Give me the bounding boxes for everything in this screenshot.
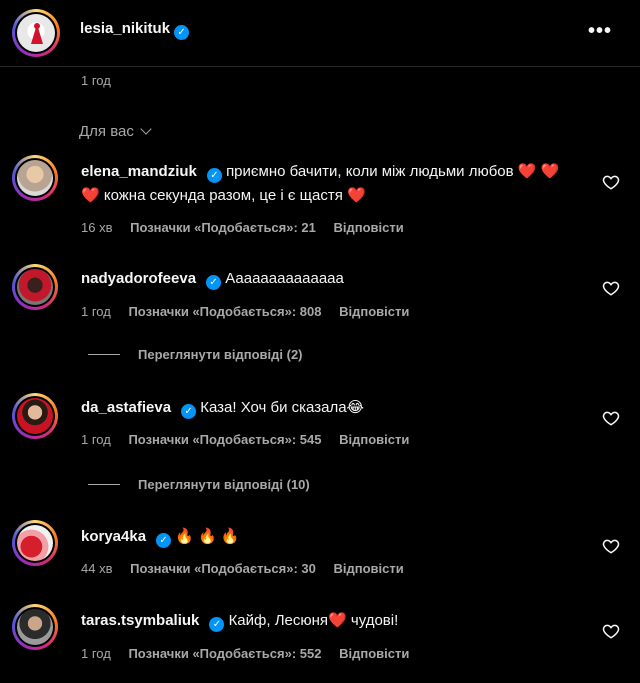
comment-time: 1 год (81, 304, 111, 319)
comment-body: korya4ka ✓ 🔥 🔥 🔥 (81, 525, 561, 549)
comment-meta: 1 год Позначки «Подобається»: 545 Відпов… (81, 432, 423, 447)
like-count[interactable]: Позначки «Подобається»: 552 (128, 646, 321, 661)
commenter-avatar[interactable] (12, 155, 58, 201)
commenter-username[interactable]: nadyadorofeeva (81, 270, 196, 287)
comment-text: Кайф, Лесюня❤️ чудові! (228, 612, 399, 629)
reply-button[interactable]: Відповісти (339, 432, 409, 447)
heart-icon[interactable] (602, 173, 620, 191)
more-options-icon[interactable]: ••• (588, 21, 612, 41)
comment-time: 1 год (81, 432, 111, 447)
divider-line (88, 484, 120, 485)
reply-button[interactable]: Відповісти (339, 646, 409, 661)
like-count[interactable]: Позначки «Подобається»: 30 (130, 561, 316, 576)
post-time: 1 год (81, 73, 111, 88)
view-replies-button[interactable]: Переглянути відповіді (2) (88, 347, 303, 362)
author-avatar-icon (31, 23, 43, 44)
heart-icon[interactable] (602, 279, 620, 297)
sort-dropdown[interactable]: Для вас (79, 123, 152, 140)
comment-meta: 1 год Позначки «Подобається»: 808 Відпов… (81, 304, 423, 319)
comment-item: taras.tsymbaliuk ✓ Кайф, Лесюня❤️ чудові!… (0, 604, 640, 674)
author-avatar[interactable] (12, 9, 60, 57)
comment-time: 44 хв (81, 561, 113, 576)
comment-body: elena_mandziuk ✓ приємно бачити, коли між… (81, 160, 561, 208)
heart-icon[interactable] (602, 622, 620, 640)
comment-text: Каза! Хоч би сказала😂 (200, 399, 365, 416)
comment-item: da_astafieva ✓ Каза! Хоч би сказала😂 1 го… (0, 393, 640, 463)
commenter-avatar[interactable] (12, 393, 58, 439)
view-replies-label: Переглянути відповіді (10) (138, 477, 310, 492)
like-count[interactable]: Позначки «Подобається»: 21 (130, 220, 316, 235)
commenter-username[interactable]: elena_mandziuk (81, 163, 197, 180)
verified-badge-icon: ✓ (174, 25, 190, 40)
comment-meta: 1 год Позначки «Подобається»: 552 Відпов… (81, 646, 423, 661)
like-count[interactable]: Позначки «Подобається»: 808 (128, 304, 321, 319)
post-header: lesia_nikituk ✓ ••• (0, 0, 640, 67)
commenter-username[interactable]: korya4ka (81, 528, 146, 545)
author-username[interactable]: lesia_nikituk (80, 20, 170, 37)
verified-badge-icon: ✓ (181, 404, 197, 419)
comment-time: 1 год (81, 646, 111, 661)
reply-button[interactable]: Відповісти (334, 220, 404, 235)
commenter-avatar[interactable] (12, 520, 58, 566)
divider-line (88, 354, 120, 355)
verified-badge-icon: ✓ (156, 533, 172, 548)
comment-item: nadyadorofeeva ✓ Аааааааааааааа 1 год Поз… (0, 264, 640, 334)
comment-body: nadyadorofeeva ✓ Аааааааааааааа (81, 267, 561, 291)
commenter-avatar[interactable] (12, 604, 58, 650)
verified-badge-icon: ✓ (206, 168, 222, 183)
like-count[interactable]: Позначки «Подобається»: 545 (128, 432, 321, 447)
comment-body: taras.tsymbaliuk ✓ Кайф, Лесюня❤️ чудові! (81, 609, 561, 633)
comment-meta: 44 хв Позначки «Подобається»: 30 Відпові… (81, 561, 418, 576)
verified-badge-icon: ✓ (209, 617, 225, 632)
reply-button[interactable]: Відповісти (334, 561, 404, 576)
chevron-down-icon (140, 123, 152, 135)
comment-time: 16 хв (81, 220, 113, 235)
heart-icon[interactable] (602, 537, 620, 555)
comment-item: korya4ka ✓ 🔥 🔥 🔥 44 хв Позначки «Подобаєт… (0, 520, 640, 590)
view-replies-button[interactable]: Переглянути відповіді (10) (88, 477, 310, 492)
commenter-avatar[interactable] (12, 264, 58, 310)
commenter-username[interactable]: taras.tsymbaliuk (81, 612, 199, 629)
comment-text: 🔥 🔥 🔥 (175, 528, 240, 545)
verified-badge-icon: ✓ (206, 275, 222, 290)
comment-text: Аааааааааааааа (225, 270, 344, 287)
heart-icon[interactable] (602, 409, 620, 427)
view-replies-label: Переглянути відповіді (2) (138, 347, 303, 362)
comment-item: elena_mandziuk ✓ приємно бачити, коли між… (0, 155, 640, 235)
commenter-username[interactable]: da_astafieva (81, 399, 171, 416)
comment-body: da_astafieva ✓ Каза! Хоч би сказала😂 (81, 396, 561, 420)
comment-meta: 16 хв Позначки «Подобається»: 21 Відпові… (81, 220, 418, 235)
reply-button[interactable]: Відповісти (339, 304, 409, 319)
sort-label: Для вас (79, 123, 134, 140)
author-name-row: lesia_nikituk ✓ (80, 20, 190, 40)
